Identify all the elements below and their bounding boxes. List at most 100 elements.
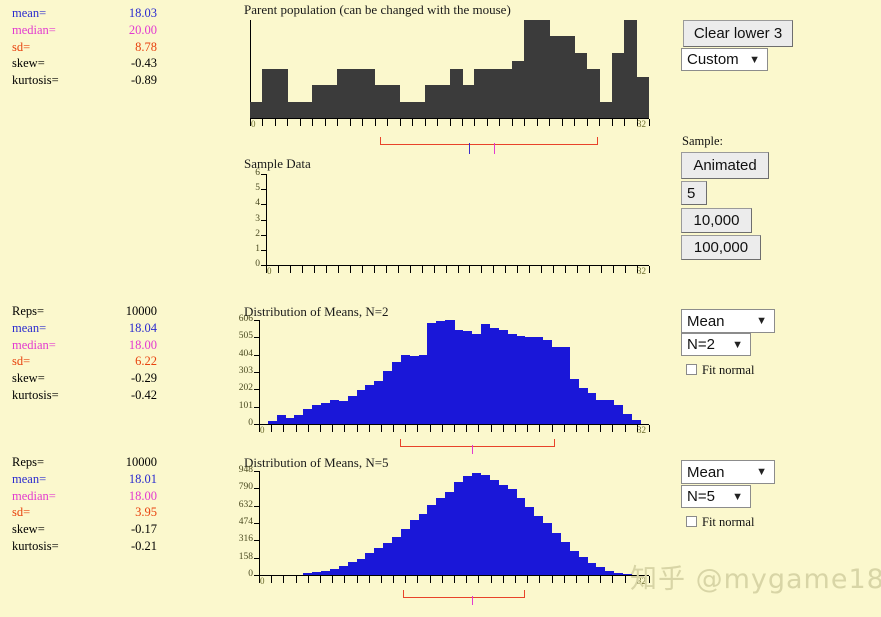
y-tick-label: 3 bbox=[255, 213, 260, 224]
sample-10000-button[interactable]: 10,000 bbox=[681, 208, 752, 233]
stat-label: skew= bbox=[12, 522, 45, 537]
x-tick bbox=[337, 266, 339, 273]
stat-label: mean= bbox=[12, 471, 47, 486]
histogram-bar bbox=[374, 85, 388, 118]
x-tick bbox=[429, 576, 431, 583]
y-tick bbox=[261, 234, 266, 236]
stat-label: kurtosis= bbox=[12, 73, 59, 88]
population-shape-value: Custom bbox=[687, 51, 739, 68]
bracket-right-end bbox=[524, 590, 525, 598]
x-tick bbox=[429, 425, 431, 432]
stat-row: skew= -0.17 bbox=[0, 521, 165, 538]
stat-value: -0.29 bbox=[130, 371, 157, 386]
bracket-line bbox=[380, 144, 598, 145]
histogram-bar bbox=[549, 36, 563, 118]
n5-statistic-value: Mean bbox=[687, 463, 725, 481]
parent-population-chart[interactable]: Parent population (can be changed with t… bbox=[240, 0, 655, 155]
stat-value: 18.00 bbox=[128, 337, 157, 352]
x-tick bbox=[514, 576, 516, 583]
x-tick bbox=[600, 425, 602, 432]
stat-value: -0.43 bbox=[130, 56, 157, 71]
x-tick bbox=[283, 425, 285, 432]
stat-row: kurtosis= -0.42 bbox=[0, 387, 165, 404]
x-tick bbox=[287, 119, 289, 126]
sample-section-label: Sample: bbox=[682, 134, 723, 148]
x-tick bbox=[362, 119, 364, 126]
x-tick bbox=[373, 266, 375, 273]
stat-value: 18.01 bbox=[128, 471, 157, 486]
x-tick bbox=[524, 119, 526, 126]
n5-stats-panel: Reps= 10000 mean= 18.01 median= 18.00 sd= 3.95 s… bbox=[0, 454, 165, 555]
x-tick bbox=[486, 119, 488, 126]
x-tick bbox=[337, 119, 339, 126]
sample-animated-button[interactable]: Animated bbox=[681, 152, 769, 179]
x-tick bbox=[312, 119, 314, 126]
population-range-bracket bbox=[380, 137, 598, 145]
stat-label: sd= bbox=[12, 354, 31, 369]
x-tick bbox=[565, 266, 567, 273]
x-tick bbox=[575, 576, 577, 583]
x-tick bbox=[421, 266, 423, 273]
n5-fit-normal-checkbox[interactable] bbox=[686, 516, 697, 527]
stat-row: mean= 18.03 bbox=[0, 5, 165, 22]
x-tick-label: 0 bbox=[267, 266, 272, 276]
x-tick bbox=[551, 425, 553, 432]
stat-row: mean= 18.01 bbox=[0, 471, 165, 488]
n2-sample-size-select[interactable]: N=2 ▼ bbox=[681, 333, 751, 356]
histogram-bar bbox=[349, 69, 363, 118]
x-tick bbox=[295, 576, 297, 583]
x-tick bbox=[527, 425, 529, 432]
bracket-line bbox=[400, 446, 555, 447]
x-tick bbox=[319, 576, 321, 583]
x-tick bbox=[514, 425, 516, 432]
x-tick bbox=[393, 576, 395, 583]
x-tick bbox=[612, 576, 614, 583]
sample-100000-button[interactable]: 100,000 bbox=[681, 235, 761, 260]
stat-label: skew= bbox=[12, 56, 45, 71]
y-tick-label: 1 bbox=[255, 243, 260, 254]
n5-sample-size-select[interactable]: N=5 ▼ bbox=[681, 485, 751, 508]
n2-statistic-select[interactable]: Mean ▼ bbox=[681, 309, 775, 333]
histogram-bar bbox=[287, 101, 301, 118]
stat-label: skew= bbox=[12, 371, 45, 386]
stat-label: sd= bbox=[12, 39, 31, 54]
x-tick bbox=[409, 266, 411, 273]
x-tick bbox=[461, 119, 463, 126]
x-tick bbox=[301, 266, 303, 273]
clear-lower-3-button[interactable]: Clear lower 3 bbox=[683, 20, 793, 47]
n2-statistic-value: Mean bbox=[687, 312, 725, 330]
histogram-bar bbox=[486, 69, 500, 118]
x-tick bbox=[445, 266, 447, 273]
histogram-bar bbox=[524, 20, 538, 118]
x-tick bbox=[307, 425, 309, 432]
x-tick bbox=[412, 119, 414, 126]
n2-fit-normal-checkbox[interactable] bbox=[686, 364, 697, 375]
x-tick-label: 32 bbox=[637, 119, 646, 129]
plot-area[interactable]: 0 32 bbox=[244, 20, 650, 132]
sample-5-button[interactable]: 5 bbox=[681, 181, 707, 205]
histogram-bar bbox=[387, 85, 401, 118]
histogram-bar bbox=[586, 69, 600, 118]
histogram-bar bbox=[250, 101, 264, 118]
n5-statistic-select[interactable]: Mean ▼ bbox=[681, 460, 775, 484]
x-tick bbox=[563, 425, 565, 432]
chevron-down-icon: ▼ bbox=[749, 53, 760, 66]
y-tick-label: 316 bbox=[238, 534, 253, 545]
stat-label: kurtosis= bbox=[12, 387, 59, 402]
x-tick bbox=[490, 425, 492, 432]
stat-row: skew= -0.43 bbox=[0, 55, 165, 72]
bracket-right-end bbox=[554, 439, 555, 447]
stat-row: sd= 8.78 bbox=[0, 39, 165, 56]
stat-label: median= bbox=[12, 488, 56, 503]
chevron-down-icon: ▼ bbox=[732, 490, 743, 503]
population-shape-select[interactable]: Custom ▼ bbox=[681, 48, 768, 71]
n2-fit-normal-label: Fit normal bbox=[702, 363, 755, 377]
y-tick-label: 948 bbox=[238, 465, 253, 475]
x-tick bbox=[499, 119, 501, 126]
x-tick bbox=[349, 266, 351, 273]
stat-row: mean= 18.04 bbox=[0, 320, 165, 337]
y-tick-label: 303 bbox=[238, 366, 253, 376]
x-tick bbox=[466, 425, 468, 432]
stat-value: 18.03 bbox=[128, 6, 157, 20]
stat-label: median= bbox=[12, 22, 56, 37]
